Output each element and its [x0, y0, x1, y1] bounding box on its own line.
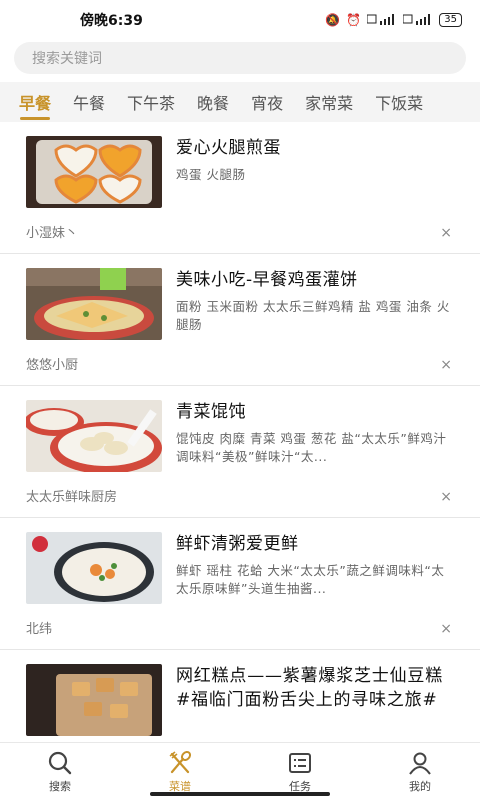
recipe-image	[26, 664, 162, 736]
tab-rice-dishes[interactable]: 下饭菜	[364, 82, 434, 122]
alarm-icon: ⏰	[346, 13, 362, 27]
nav-profile-label: 我的	[409, 779, 431, 793]
search-icon	[48, 751, 72, 774]
tab-afternoon-tea[interactable]: 下午茶	[116, 82, 186, 122]
search-placeholder: 搜索关键词	[32, 51, 102, 67]
recipe-title: 爱心火腿煎蛋	[176, 138, 281, 158]
close-icon[interactable]: ×	[440, 225, 452, 241]
recipe-title: 鲜虾清粥爱更鲜	[176, 534, 299, 554]
battery-icon: 35	[439, 13, 462, 27]
recipe-ingredients: 馄饨皮 肉糜 青菜 鸡蛋 葱花 盐“太太乐”鲜鸡汁调味料“美极”鲜味汁“太...	[176, 431, 447, 464]
hd-signal-2-icon	[402, 13, 433, 28]
nav-profile[interactable]: 我的	[360, 743, 480, 800]
tab-home-cooking[interactable]: 家常菜	[294, 82, 364, 122]
task-list-icon	[289, 752, 311, 773]
category-tabs: 早餐 午餐 下午茶 晚餐 宵夜 家常菜 下饭菜	[0, 82, 480, 122]
nav-search[interactable]: 搜索	[0, 743, 120, 800]
tab-late-night[interactable]: 宵夜	[240, 82, 294, 122]
person-icon	[409, 752, 431, 775]
hd-signal-icon	[366, 13, 397, 28]
recipe-title: 美味小吃-早餐鸡蛋灌饼	[176, 270, 358, 290]
search-input[interactable]: 搜索关键词	[14, 42, 466, 74]
status-icons: 🔕 ⏰ 35	[325, 13, 462, 28]
recipe-ingredients: 鲜虾 瑶柱 花蛤 大米“太太乐”蔬之鲜调味料“太太乐原味鲜”头道生抽酱...	[176, 563, 445, 596]
recipe-author[interactable]: 小湿妹丶	[26, 222, 78, 241]
recipe-author[interactable]: 悠悠小厨	[26, 354, 78, 373]
recipe-card[interactable]: 鲜虾清粥爱更鲜 鲜虾 瑶柱 花蛤 大米“太太乐”蔬之鲜调味料“太太乐原味鲜”头道…	[0, 518, 480, 650]
close-icon[interactable]: ×	[440, 489, 452, 505]
recipe-image	[26, 268, 162, 340]
recipe-card[interactable]: 网红糕点——紫薯爆浆芝士仙豆糕#福临门面粉舌尖上的寻味之旅#	[0, 650, 480, 742]
close-icon[interactable]: ×	[440, 357, 452, 373]
search-area: 搜索关键词	[0, 40, 480, 82]
recipe-title: 青菜馄饨	[176, 402, 246, 422]
recipe-image	[26, 532, 162, 604]
recipe-feed: 爱心火腿煎蛋 鸡蛋 火腿肠 小湿妹丶 × 美味小吃-早餐鸡蛋灌饼 面粉 玉米面粉…	[0, 122, 480, 742]
recipe-title: 网红糕点——紫薯爆浆芝士仙豆糕#福临门面粉舌尖上的寻味之旅#	[176, 666, 443, 710]
recipe-card[interactable]: 爱心火腿煎蛋 鸡蛋 火腿肠 小湿妹丶 ×	[0, 122, 480, 254]
tab-breakfast[interactable]: 早餐	[8, 82, 62, 122]
close-icon[interactable]: ×	[440, 621, 452, 637]
tab-dinner[interactable]: 晚餐	[186, 82, 240, 122]
status-bar: 傍晚6:39 🔕 ⏰ 35	[0, 0, 480, 40]
tab-lunch[interactable]: 午餐	[62, 82, 116, 122]
status-time: 傍晚6:39	[80, 13, 143, 29]
mute-icon: 🔕	[325, 13, 341, 27]
recipe-ingredients: 鸡蛋 火腿肠	[176, 167, 246, 182]
recipe-author[interactable]: 太太乐鲜味厨房	[26, 486, 117, 505]
recipe-ingredients: 面粉 玉米面粉 太太乐三鲜鸡精 盐 鸡蛋 油条 火腿肠	[176, 299, 450, 332]
nav-search-label: 搜索	[49, 779, 71, 793]
recipe-image	[26, 136, 162, 208]
bottom-nav: 搜索 菜谱 任务 我的	[0, 742, 480, 800]
recipe-card[interactable]: 青菜馄饨 馄饨皮 肉糜 青菜 鸡蛋 葱花 盐“太太乐”鲜鸡汁调味料“美极”鲜味汁…	[0, 386, 480, 518]
recipe-author[interactable]: 北纬	[26, 618, 52, 637]
home-indicator[interactable]	[150, 792, 330, 796]
recipe-image	[26, 400, 162, 472]
recipe-card[interactable]: 美味小吃-早餐鸡蛋灌饼 面粉 玉米面粉 太太乐三鲜鸡精 盐 鸡蛋 油条 火腿肠 …	[0, 254, 480, 386]
fork-spoon-icon	[169, 750, 192, 773]
